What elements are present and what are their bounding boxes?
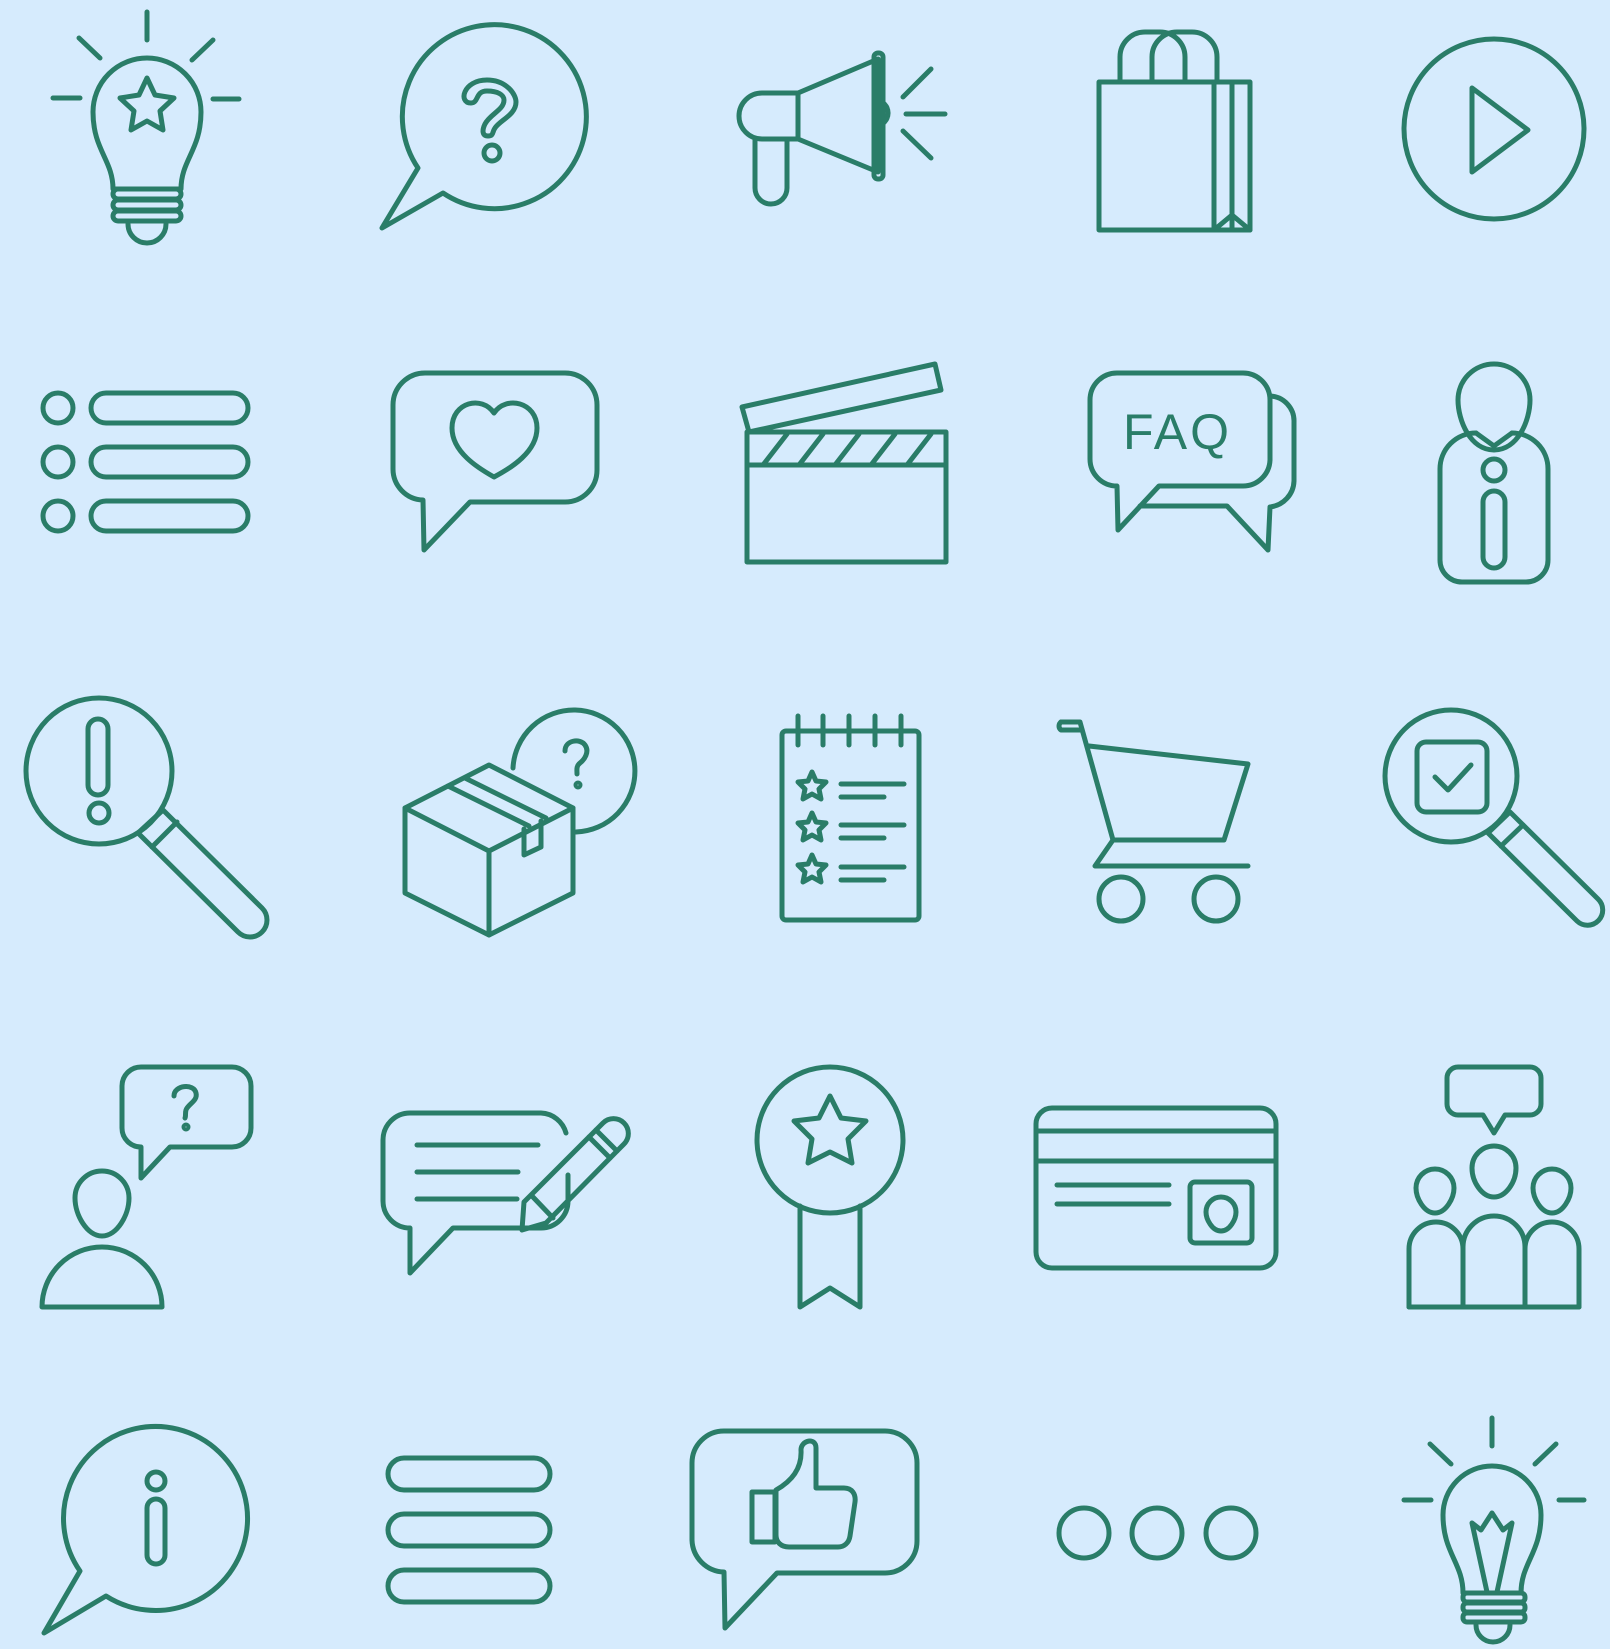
award-ribbon-icon [754,1064,906,1310]
group-chat-icon [1406,1064,1582,1310]
menu-lines-icon [385,1455,553,1605]
chat-edit-icon [380,1110,631,1276]
faq-label: FAQ [1123,404,1232,460]
search-alert-icon [23,695,270,940]
package-question-icon [402,707,638,938]
question-chat-icon [379,22,589,231]
megaphone-icon [736,50,948,207]
icon-set-canvas: FAQ [23,9,1606,1645]
rated-checklist-icon [779,713,922,923]
lightbulb-star-icon [50,9,242,246]
thumbs-up-chat-icon [689,1428,920,1631]
ellipsis-icon [1056,1505,1259,1561]
search-check-icon [1382,707,1606,928]
heart-chat-icon [390,370,600,553]
credit-card-icon [1033,1105,1279,1271]
person-info-icon [1437,361,1551,585]
shopping-cart-icon [1056,719,1251,924]
shopping-bag-icon [1096,29,1253,233]
faq-chat-icon [1087,370,1297,553]
info-chat-icon [41,1423,250,1636]
play-button-icon [1401,36,1587,222]
person-question-icon [39,1064,254,1310]
list-icon [40,390,251,534]
clapperboard-icon [739,361,949,565]
lightbulb-idea-icon [1401,1415,1587,1645]
